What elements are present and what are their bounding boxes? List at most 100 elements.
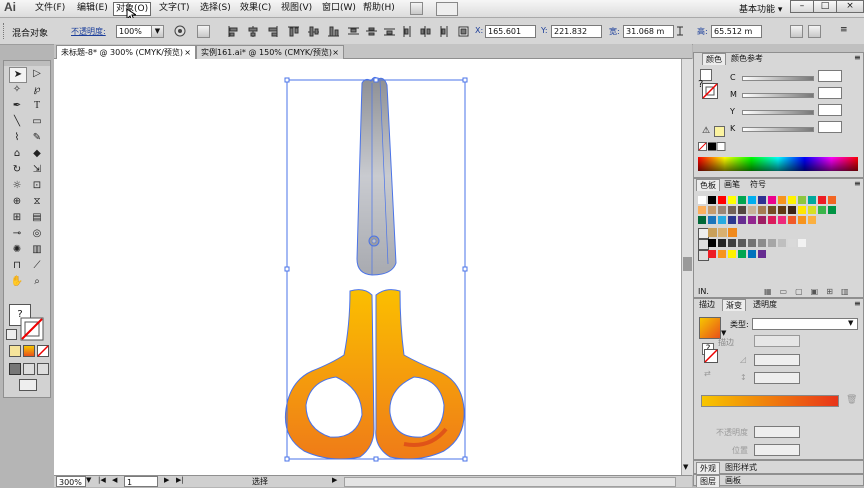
color-swatch[interactable]	[738, 216, 746, 224]
opacity-input[interactable]: 100%	[116, 25, 154, 38]
scale-tool-icon[interactable]: ⇲	[29, 163, 45, 177]
lasso-icon[interactable]: ℘	[29, 83, 45, 97]
scissors-left-handle[interactable]	[284, 289, 375, 460]
maximize-button[interactable]: □	[813, 0, 837, 13]
color-swatch[interactable]	[818, 206, 826, 214]
recolor-artwork-icon[interactable]	[174, 25, 186, 37]
tab-swatches[interactable]: 色板	[696, 179, 720, 191]
isolate-icon[interactable]	[790, 25, 803, 38]
color-swatch[interactable]	[768, 239, 776, 247]
menu-select[interactable]: 选择(S)	[198, 2, 233, 14]
channel-input-y[interactable]	[818, 104, 842, 116]
artboard-tool-icon[interactable]: ⊓	[9, 259, 25, 273]
channel-input-k[interactable]	[818, 121, 842, 133]
pen-tool-icon[interactable]: ✒	[9, 99, 25, 113]
none-mode-icon[interactable]	[37, 345, 49, 357]
color-swatch[interactable]	[758, 216, 766, 224]
gradient-opacity-input[interactable]	[754, 426, 800, 438]
paintbrush-icon[interactable]: ⌇	[9, 131, 25, 145]
gradient-tool-icon[interactable]: ▤	[29, 211, 45, 225]
color-swatch[interactable]	[698, 196, 706, 204]
color-swatch[interactable]	[708, 216, 716, 224]
gradient-stroke-icon[interactable]	[704, 349, 718, 363]
gamut-swatch[interactable]	[714, 126, 725, 137]
color-swatch[interactable]	[728, 206, 736, 214]
type-tool-icon[interactable]: T	[29, 99, 45, 113]
color-swatch[interactable]	[728, 239, 736, 247]
color-swatch[interactable]	[748, 206, 756, 214]
color-swatch[interactable]	[828, 196, 836, 204]
color-swatch[interactable]	[728, 216, 736, 224]
color-swatch[interactable]	[818, 196, 826, 204]
gradient-slider[interactable]	[701, 395, 839, 407]
gradient-preview-swatch[interactable]	[699, 317, 721, 339]
color-swatch[interactable]	[698, 216, 706, 224]
symbol-sprayer-icon[interactable]: ✺	[9, 243, 25, 257]
color-swatch[interactable]	[748, 216, 756, 224]
color-swatch[interactable]	[808, 216, 816, 224]
none-white-black-swatches[interactable]	[698, 142, 726, 152]
color-swatch[interactable]	[738, 250, 746, 258]
mesh-tool-icon[interactable]: ⊞	[9, 211, 25, 225]
tab-brushes[interactable]: 画笔	[721, 179, 743, 190]
aspect-ratio-input[interactable]	[754, 372, 800, 384]
color-swatch[interactable]	[718, 250, 726, 258]
swatch-actions[interactable]: ▦▭▢▣⊞▥	[764, 287, 857, 296]
panel-menu-icon[interactable]: ≡	[840, 25, 848, 35]
color-swatch[interactable]	[778, 196, 786, 204]
color-swatch[interactable]	[828, 206, 836, 214]
color-swatch[interactable]	[768, 216, 776, 224]
first-artboard-icon[interactable]: |◀	[98, 476, 106, 484]
tab-color[interactable]: 颜色	[702, 53, 726, 65]
reverse-gradient-icon[interactable]: ⇄	[704, 369, 711, 378]
line-tool-icon[interactable]: ╲	[9, 115, 25, 129]
direct-selection-icon[interactable]: ▷	[29, 67, 45, 81]
width-input[interactable]: 31.068 m	[623, 25, 674, 38]
panel-menu-icon[interactable]: ≡	[854, 179, 861, 188]
blob-brush-icon[interactable]: ⌂	[9, 147, 25, 161]
opacity-link[interactable]: 不透明度:	[71, 26, 106, 37]
color-swatch[interactable]	[768, 206, 776, 214]
color-swatch[interactable]	[778, 239, 786, 247]
menu-type[interactable]: 文字(T)	[157, 2, 192, 14]
scissors-right-handle[interactable]	[375, 289, 465, 460]
arrange-documents-icon[interactable]	[436, 2, 458, 16]
hand-tool-icon[interactable]: ✋	[9, 275, 25, 289]
artboard-number-input[interactable]: 1	[124, 476, 158, 487]
color-swatch[interactable]	[798, 206, 806, 214]
last-artboard-icon[interactable]: ▶|	[176, 476, 184, 484]
color-swatch[interactable]	[708, 196, 716, 204]
scrollbar-thumb[interactable]	[683, 257, 692, 271]
gradient-preview-dropdown-icon[interactable]: ▼	[721, 329, 726, 337]
color-swatch[interactable]	[708, 206, 716, 214]
zoom-dropdown-icon[interactable]: ▼	[86, 476, 91, 484]
channel-input-c[interactable]	[818, 70, 842, 82]
zoom-input[interactable]: 300%	[56, 476, 86, 487]
color-mode-icon[interactable]	[9, 345, 21, 357]
tab-gradient[interactable]: 渐变	[722, 299, 746, 311]
opacity-dropdown-icon[interactable]: ▼	[151, 25, 164, 38]
gradient-mode-icon[interactable]	[23, 345, 35, 357]
tab-graphic-styles[interactable]: 图形样式	[722, 462, 760, 473]
color-swatch[interactable]	[808, 196, 816, 204]
eraser-icon[interactable]: ◆	[29, 147, 45, 161]
zoom-tool-icon[interactable]: ⌕	[29, 275, 45, 289]
menu-window[interactable]: 窗口(W)	[320, 2, 358, 14]
channel-slider-c[interactable]	[742, 76, 814, 81]
color-swatch[interactable]	[778, 216, 786, 224]
rectangle-tool-icon[interactable]: ▭	[29, 115, 45, 129]
color-swatch[interactable]	[728, 250, 736, 258]
scissors-artwork[interactable]	[54, 59, 681, 475]
minimize-button[interactable]: –	[790, 0, 814, 13]
gradient-position-input[interactable]	[754, 444, 800, 456]
tab-symbols[interactable]: 符号	[747, 179, 769, 190]
selection-tool-icon[interactable]: ➤	[9, 67, 27, 83]
menu-edit[interactable]: 编辑(E)	[75, 2, 110, 14]
close-button[interactable]: ×	[836, 0, 864, 13]
channel-input-m[interactable]	[818, 87, 842, 99]
color-swatch[interactable]	[758, 250, 766, 258]
status-menu-icon[interactable]: ▶	[332, 476, 337, 484]
constrain-proportions-icon[interactable]	[675, 24, 685, 38]
color-swatch[interactable]	[788, 239, 796, 247]
grip-handle[interactable]	[3, 23, 7, 39]
